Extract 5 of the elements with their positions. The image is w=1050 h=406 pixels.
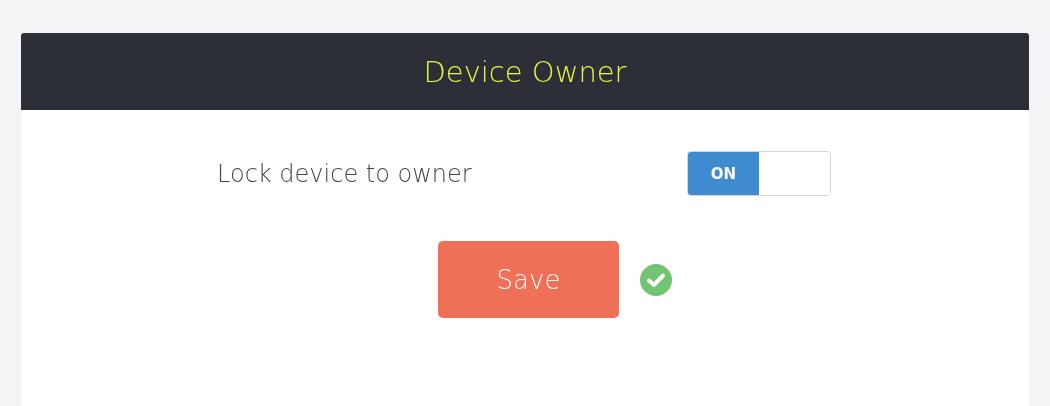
toggle-label: ON — [688, 152, 759, 195]
toggle-switch[interactable]: ON — [687, 151, 831, 196]
save-button[interactable]: Save — [438, 241, 619, 318]
panel-title: Device Owner — [423, 54, 627, 89]
setting-label: Lock device to owner — [217, 159, 473, 188]
